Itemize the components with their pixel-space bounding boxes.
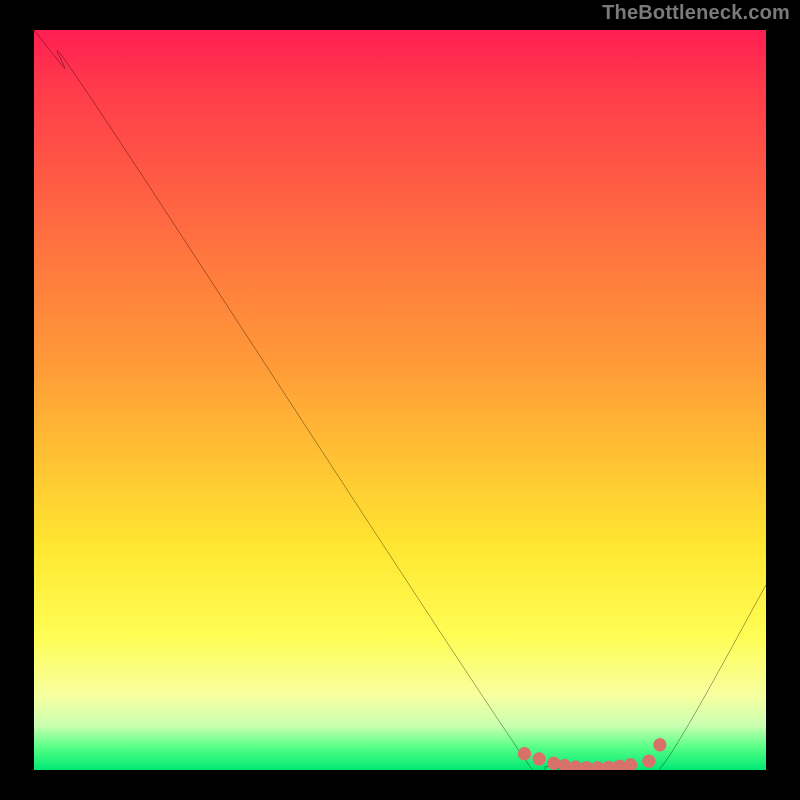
bottleneck-curve <box>34 30 766 770</box>
trough-marker <box>518 747 531 760</box>
watermark-text: TheBottleneck.com <box>602 2 790 25</box>
trough-markers <box>518 738 667 770</box>
trough-marker <box>532 752 545 765</box>
trough-marker <box>642 754 655 767</box>
trough-marker <box>624 758 637 770</box>
trough-marker <box>547 757 560 770</box>
chart-container: TheBottleneck.com <box>0 0 800 800</box>
chart-svg <box>34 30 766 770</box>
trough-marker <box>653 738 666 751</box>
plot-area <box>34 30 766 770</box>
